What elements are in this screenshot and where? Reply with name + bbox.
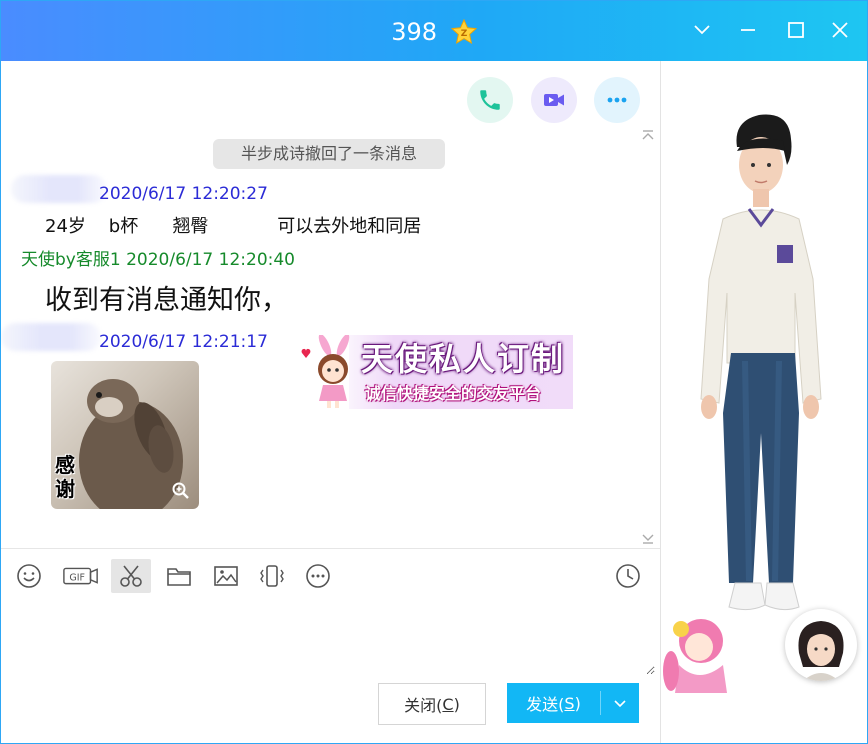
message-timestamp: 2020/6/17 12:20:27 bbox=[99, 184, 268, 204]
ad-banner[interactable]: 天使私人订制 诚信快捷安全的交友平台 bbox=[297, 335, 573, 409]
zoom-in-icon[interactable] bbox=[171, 481, 191, 501]
otter-sticker-image[interactable]: 感谢 bbox=[51, 361, 199, 509]
scroll-down-icon[interactable] bbox=[641, 531, 655, 545]
close-shortcut-key: C bbox=[442, 694, 454, 714]
send-options-button[interactable] bbox=[601, 683, 639, 723]
send-button-label: 发送( bbox=[526, 695, 565, 714]
input-divider bbox=[1, 548, 660, 549]
chevron-down-icon bbox=[694, 25, 710, 35]
video-camera-icon bbox=[544, 94, 564, 106]
send-button-group: 发送(S) bbox=[507, 683, 639, 723]
message-timestamp: 2020/6/17 12:20:40 bbox=[126, 250, 295, 270]
send-button[interactable]: 发送(S) bbox=[507, 683, 600, 723]
image-icon bbox=[214, 566, 238, 586]
voice-call-button[interactable] bbox=[467, 77, 513, 123]
message-text[interactable]: 24岁 b杯 翘臀 可以去外地和同居 bbox=[45, 215, 421, 239]
banner-subtitle: 诚信快捷安全的交友平台 bbox=[365, 384, 542, 403]
recall-notice: 半步成诗撤回了一条消息 bbox=[213, 139, 445, 169]
message-text[interactable]: 收到有消息通知你， bbox=[45, 283, 288, 319]
ellipsis-icon bbox=[607, 97, 627, 103]
phone-icon bbox=[480, 90, 500, 110]
folder-icon bbox=[167, 568, 191, 586]
gif-icon: GIF bbox=[63, 567, 98, 585]
close-chat-button[interactable]: 关闭(C) bbox=[378, 683, 486, 725]
scroll-up-icon[interactable] bbox=[641, 129, 655, 143]
chevron-down-icon bbox=[614, 700, 626, 708]
minimize-icon bbox=[741, 29, 755, 31]
emoji-button[interactable] bbox=[9, 559, 49, 593]
sticker-caption: 感谢 bbox=[55, 453, 75, 501]
close-icon bbox=[832, 22, 848, 38]
more-icon bbox=[306, 564, 330, 588]
emoji-icon bbox=[17, 564, 41, 588]
message-timestamp: 2020/6/17 12:21:17 bbox=[99, 332, 268, 352]
gif-label: GIF bbox=[69, 572, 85, 583]
blurred-sender-name bbox=[11, 175, 107, 203]
more-tools-button[interactable] bbox=[298, 559, 338, 593]
blurred-sender-name bbox=[1, 323, 101, 351]
gif-button[interactable]: GIF bbox=[59, 559, 103, 593]
message-input[interactable] bbox=[11, 601, 655, 675]
shake-button[interactable] bbox=[252, 559, 292, 593]
close-button-label: 关闭( bbox=[404, 696, 443, 715]
window-title: 398 bbox=[391, 18, 438, 46]
message-header: 天使by客服1 2020/6/17 12:20:40 bbox=[21, 249, 295, 271]
send-image-button[interactable] bbox=[206, 559, 246, 593]
send-button-label-end: ) bbox=[574, 693, 581, 713]
avatar-thumbnail-button[interactable] bbox=[785, 609, 857, 681]
maximize-button[interactable] bbox=[781, 15, 811, 45]
svip-star-badge-icon: Z bbox=[450, 18, 477, 45]
maximize-icon bbox=[788, 22, 804, 38]
cartoon-girl-icon bbox=[301, 335, 350, 408]
send-file-button[interactable] bbox=[159, 559, 199, 593]
avatar-face-icon bbox=[798, 621, 844, 681]
minimize-button[interactable] bbox=[733, 15, 763, 45]
send-shortcut-key: S bbox=[564, 693, 575, 713]
chat-pane: 半步成诗撤回了一条消息 2020/6/17 12:20:27 24岁 b杯 翘臀… bbox=[1, 61, 660, 743]
shake-icon bbox=[260, 565, 284, 587]
avatar-show-panel bbox=[660, 61, 867, 743]
svg-text:Z: Z bbox=[460, 29, 467, 39]
clock-icon bbox=[616, 564, 640, 588]
video-call-button[interactable] bbox=[531, 77, 577, 123]
sender-name[interactable]: 天使by客服1 bbox=[21, 250, 121, 270]
close-button-label-end: ) bbox=[453, 694, 460, 714]
title-bar[interactable]: 398 Z bbox=[1, 1, 867, 61]
scissors-icon bbox=[120, 565, 142, 587]
more-options-button[interactable] bbox=[594, 77, 640, 123]
history-button[interactable] bbox=[608, 559, 648, 593]
banner-title: 天使私人订制 bbox=[361, 340, 566, 378]
close-window-button[interactable] bbox=[825, 15, 855, 45]
screenshot-button[interactable] bbox=[111, 559, 151, 593]
chat-window: 398 Z 半步成诗撤回了一条消息 2020/6/17 12:20:27 24岁… bbox=[0, 0, 868, 744]
dropdown-menu-button[interactable] bbox=[687, 15, 717, 45]
